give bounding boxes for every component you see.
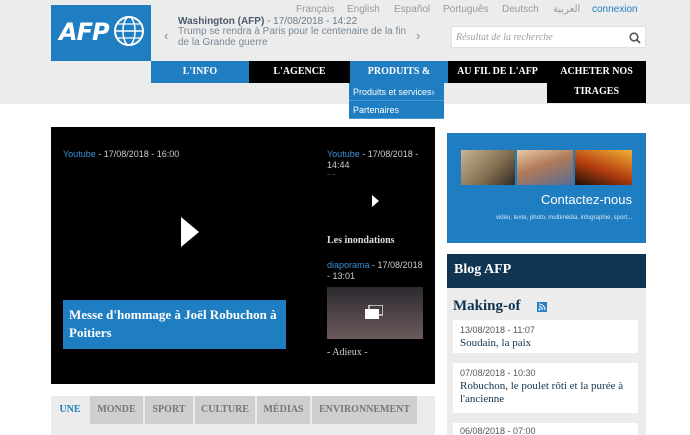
contact-banner[interactable]: Contactez-nous vidéo, texte, photo, mult…	[447, 133, 646, 243]
post-date: 13/08/2018 - 11:07	[460, 325, 535, 335]
contact-subtitle: vidéo, texte, photo, multimédia, infogra…	[495, 215, 632, 221]
making-of-title[interactable]: Making-of	[453, 298, 521, 315]
play-icon[interactable]	[181, 217, 199, 247]
nav-info[interactable]: L'INFO	[151, 61, 249, 83]
tab-une[interactable]: UNE	[51, 396, 89, 424]
nav-produits[interactable]: PRODUITS &	[350, 61, 448, 83]
category-tabs: UNE MONDE SPORT CULTURE MÉDIAS ENVIRONNE…	[51, 396, 435, 435]
logo-text: AFP	[59, 18, 110, 46]
tab-culture[interactable]: CULTURE	[195, 396, 255, 424]
small-play-icon[interactable]	[372, 195, 379, 207]
contact-title: Contactez-nous	[540, 192, 632, 207]
main-video-date: - 17/08/2018 - 16:00	[95, 149, 180, 159]
tab-medias[interactable]: MÉDIAS	[257, 396, 310, 424]
main-video-source[interactable]: Youtube	[63, 149, 96, 159]
slideshow-meta: diaporama - 17/08/2018 - 13:01	[327, 260, 427, 282]
blog-post[interactable]: 13/08/2018 - 11:07 Soudain, la paix	[453, 320, 638, 353]
lang-espanol[interactable]: Español	[394, 4, 430, 15]
lang-arabic[interactable]: العربية	[553, 4, 580, 15]
post-title[interactable]: Robuchon, le poulet rôti et la purée à l…	[460, 380, 631, 406]
nav-agence[interactable]: L'AGENCE	[249, 61, 350, 83]
slideshow-title[interactable]: - Adieux -	[327, 347, 368, 358]
side-video-title[interactable]: Les inondations	[327, 235, 395, 246]
lang-francais[interactable]: Français	[296, 4, 334, 15]
slideshow-icon	[365, 305, 383, 319]
nav-acheter-tirages[interactable]: ACHETER NOS TIRAGES	[547, 61, 646, 103]
submenu-partenaires[interactable]: Partenaires	[349, 101, 444, 119]
post-title[interactable]: Soudain, la paix	[460, 337, 631, 350]
nav-fil-afp[interactable]: AU FIL DE L'AFP	[448, 61, 547, 83]
main-video-caption[interactable]: Messe d'hommage à Joël Robuchon à Poitie…	[63, 300, 286, 349]
blog-post[interactable]: 06/08/2018 - 07:00	[453, 423, 638, 435]
search-icon[interactable]	[628, 31, 642, 45]
slideshow-source[interactable]: diaporama	[327, 260, 370, 270]
blog-body: Making-of 13/08/2018 - 11:07 Soudain, la…	[447, 288, 646, 435]
afp-logo[interactable]: AFP	[51, 5, 151, 61]
post-date: 07/08/2018 - 10:30	[460, 368, 536, 378]
photo-cannes	[461, 150, 515, 185]
lang-deutsch[interactable]: Deutsch	[502, 4, 539, 15]
rss-icon[interactable]	[537, 302, 547, 312]
lang-english[interactable]: English	[347, 4, 380, 15]
main-video-meta: Youtube - 17/08/2018 - 16:00	[63, 149, 179, 159]
side-video-meta: Youtube - 17/08/2018 - 14:44	[327, 149, 427, 171]
produits-submenu: Produits et services› Partenaires	[349, 83, 444, 119]
tab-monde[interactable]: MONDE	[90, 396, 143, 424]
blog-post[interactable]: 07/08/2018 - 10:30 Robuchon, le poulet r…	[453, 363, 638, 413]
globe-icon	[114, 16, 144, 46]
tab-sport[interactable]: SPORT	[145, 396, 193, 424]
blog-title[interactable]: Blog AFP	[454, 262, 511, 278]
tab-environnement[interactable]: ENVIRONNEMENT	[312, 396, 417, 424]
video-panel: Youtube - 17/08/2018 - 16:00 Messe d'hom…	[51, 127, 435, 384]
ticker-prev-button[interactable]: ‹	[164, 28, 168, 43]
search-box	[451, 26, 646, 48]
lang-portugues[interactable]: Português	[443, 4, 489, 15]
ticker-headline[interactable]: Trump se rendra à Paris pour le centenai…	[178, 26, 414, 48]
ticker-next-button[interactable]: ›	[416, 28, 420, 43]
news-ticker: ‹ Washington (AFP) - 17/08/2018 - 14:22 …	[164, 16, 430, 50]
login-link[interactable]: connexion	[592, 4, 638, 15]
post-date: 06/08/2018 - 07:00	[460, 426, 536, 435]
photo-child	[517, 150, 573, 185]
search-input[interactable]	[456, 30, 622, 45]
blog-header: Blog AFP	[447, 254, 646, 296]
side-video-source[interactable]: Youtube	[327, 149, 360, 159]
side-video-dash: - -	[327, 169, 336, 179]
submenu-produits-services[interactable]: Produits et services›	[349, 83, 444, 101]
photo-fire	[575, 150, 632, 185]
slideshow-thumbnail[interactable]	[327, 287, 423, 339]
